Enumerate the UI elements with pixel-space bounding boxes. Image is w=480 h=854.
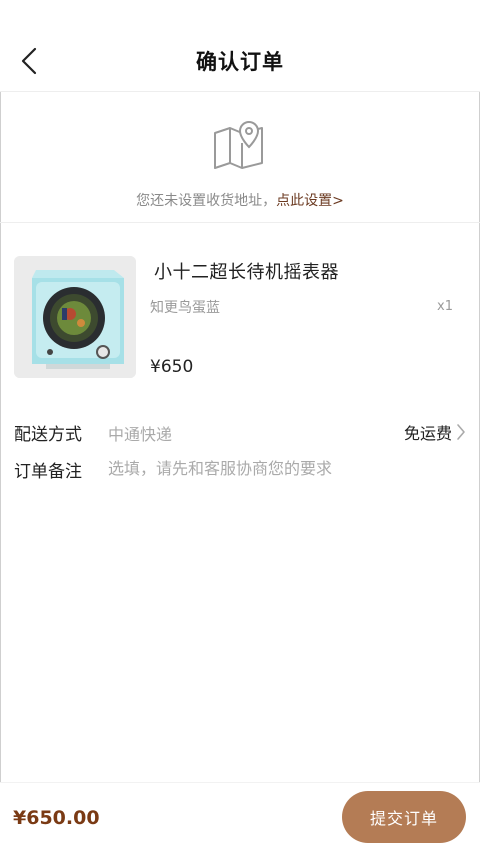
product-variant: 知更鸟蛋蓝 bbox=[150, 300, 220, 316]
delivery-label: 配送方式 bbox=[14, 425, 82, 445]
delivery-fee-selector[interactable]: 免运费 bbox=[404, 420, 466, 444]
product-card: 小十二超长待机摇表器 知更鸟蛋蓝 x1 ¥650 bbox=[0, 223, 480, 393]
order-total: ¥650.00 bbox=[13, 807, 100, 829]
address-section[interactable]: 您还未设置收货地址，点此设置> bbox=[0, 92, 480, 223]
map-pin-icon bbox=[214, 120, 263, 169]
delivery-fee: 免运费 bbox=[403, 424, 452, 443]
delivery-row[interactable]: 配送方式 中通快递 免运费 bbox=[0, 414, 480, 450]
header: 确认订单 bbox=[0, 0, 480, 92]
set-address-link[interactable]: 点此设置> bbox=[276, 193, 344, 209]
product-price: ¥650 bbox=[150, 357, 194, 377]
address-hint-text: 您还未设置收货地址， bbox=[136, 193, 277, 209]
address-hint: 您还未设置收货地址，点此设置> bbox=[0, 190, 480, 210]
remark-row: 订单备注 bbox=[0, 451, 480, 487]
product-name: 小十二超长待机摇表器 bbox=[154, 262, 339, 283]
delivery-method: 中通快递 bbox=[108, 425, 173, 444]
chevron-right-icon bbox=[457, 424, 465, 440]
bottom-bar: ¥650.00 提交订单 bbox=[0, 782, 480, 854]
remark-label: 订单备注 bbox=[14, 462, 82, 482]
page-title: 确认订单 bbox=[196, 50, 284, 74]
product-quantity: x1 bbox=[437, 299, 453, 314]
submit-order-button[interactable]: 提交订单 bbox=[342, 791, 466, 843]
product-image bbox=[14, 256, 136, 378]
remark-input[interactable] bbox=[108, 455, 458, 481]
